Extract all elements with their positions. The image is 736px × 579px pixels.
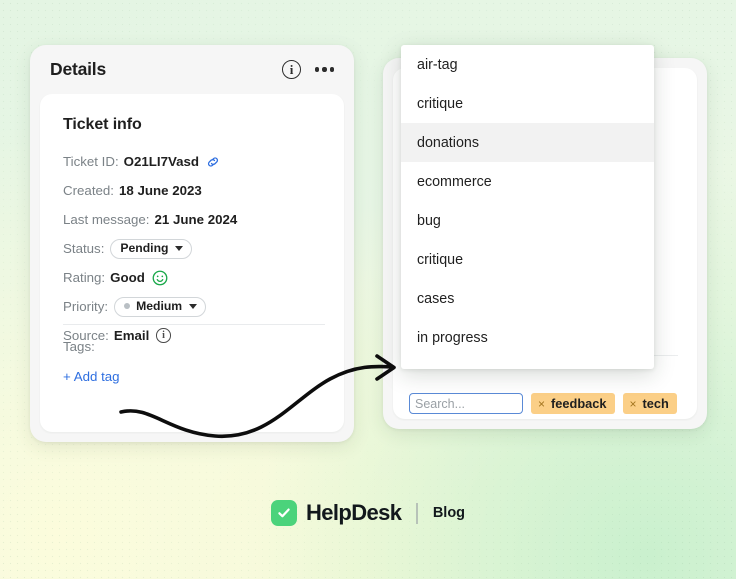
tag-dropdown-list[interactable]: air-tag critique donations ecommerce bug…	[401, 45, 654, 369]
field-created: Created: 18 June 2023	[63, 176, 325, 205]
chevron-down-icon	[175, 246, 183, 251]
details-header-actions: i	[282, 60, 334, 79]
rating-value: Good	[110, 270, 145, 285]
ticket-info-card: Ticket info Ticket ID: O21LI7Vasd Create…	[40, 94, 344, 432]
details-panel: Details i Ticket info Ticket ID: O21LI7V…	[30, 45, 354, 442]
field-source: Source: Email i	[63, 321, 325, 350]
page-title: Details	[50, 59, 106, 80]
dropdown-item-ecommerce[interactable]: ecommerce	[401, 162, 654, 201]
field-value: O21LI7Vasd	[124, 154, 199, 169]
helpdesk-checkmark-logo	[271, 500, 297, 526]
field-label: Created:	[63, 183, 114, 198]
field-label: Status:	[63, 241, 104, 256]
priority-dot-icon	[124, 303, 130, 309]
tag-chip-tech[interactable]: × tech	[623, 393, 677, 414]
blog-link[interactable]: Blog	[433, 505, 465, 521]
field-rating: Rating: Good	[63, 263, 325, 292]
status-value: Pending	[120, 241, 168, 255]
field-status: Status: Pending	[63, 234, 325, 263]
ticket-info-heading: Ticket info	[63, 116, 142, 134]
dropdown-item-critique-2[interactable]: critique	[401, 240, 654, 279]
field-label: Rating:	[63, 270, 105, 285]
search-input[interactable]	[409, 393, 523, 414]
info-circle-icon[interactable]: i	[282, 60, 301, 79]
footer-divider	[416, 503, 417, 524]
link-icon[interactable]	[206, 155, 220, 169]
ticket-field-list: Ticket ID: O21LI7Vasd Created: 18 June 2…	[63, 147, 325, 350]
section-divider	[63, 324, 325, 325]
info-circle-icon[interactable]: i	[156, 328, 171, 343]
dropdown-item-air-tag[interactable]: air-tag	[401, 45, 654, 84]
source-value: Email	[114, 328, 149, 343]
dropdown-item-bug[interactable]: bug	[401, 201, 654, 240]
footer: HelpDesk Blog	[0, 500, 736, 526]
field-priority: Priority: Medium	[63, 292, 325, 321]
field-value: 21 June 2024	[154, 212, 237, 227]
field-label: Priority:	[63, 299, 108, 314]
tag-editor-row: × feedback × tech	[409, 393, 677, 414]
field-last-message: Last message: 21 June 2024	[63, 205, 325, 234]
status-dropdown[interactable]: Pending	[110, 239, 192, 259]
kebab-menu-icon[interactable]	[315, 67, 334, 71]
tags-label: Tags:	[63, 339, 95, 354]
dropdown-item-in-progress[interactable]: in progress	[401, 318, 654, 357]
dropdown-item-critique[interactable]: critique	[401, 84, 654, 123]
details-panel-header: Details i	[30, 45, 354, 94]
brand-name: HelpDesk	[306, 500, 401, 526]
priority-value: Medium	[136, 299, 182, 313]
dropdown-item-donations[interactable]: donations	[401, 123, 654, 162]
field-ticket-id: Ticket ID: O21LI7Vasd	[63, 147, 325, 176]
field-label: Last message:	[63, 212, 149, 227]
chevron-down-icon	[189, 304, 197, 309]
dropdown-item-cases[interactable]: cases	[401, 279, 654, 318]
add-tag-button[interactable]: + Add tag	[63, 369, 120, 384]
helpdesk-logo[interactable]: HelpDesk	[271, 500, 401, 526]
tag-chip-feedback[interactable]: × feedback	[531, 393, 615, 414]
close-icon[interactable]: ×	[538, 398, 545, 410]
field-label: Ticket ID:	[63, 154, 119, 169]
close-icon[interactable]: ×	[630, 398, 637, 410]
priority-dropdown[interactable]: Medium	[114, 297, 206, 317]
smiley-face-icon	[152, 270, 168, 286]
tag-chip-label: feedback	[551, 396, 606, 411]
tag-chip-label: tech	[643, 396, 669, 411]
field-value: 18 June 2023	[119, 183, 202, 198]
